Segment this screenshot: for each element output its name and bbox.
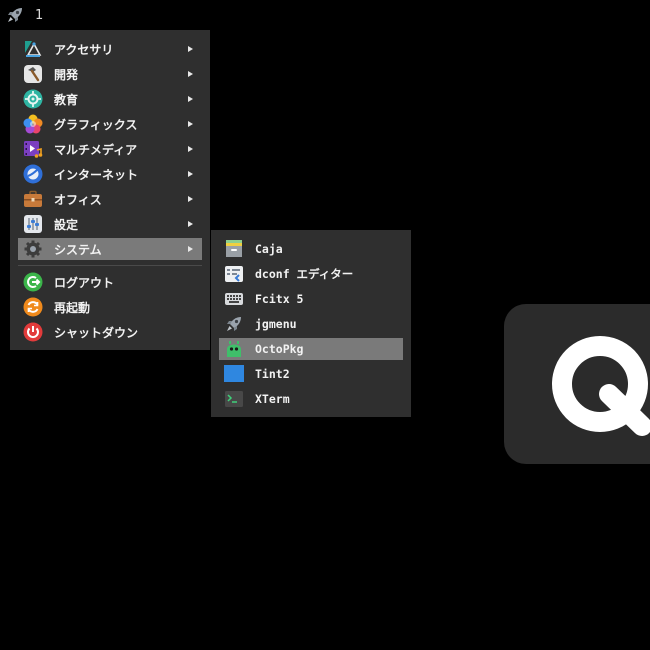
submenu-arrow-icon [188,221,193,227]
internet-icon [23,164,43,184]
rocket-icon [224,314,244,334]
menu-item-education[interactable]: 教育 [18,88,202,110]
menu-item-label: グラフィックス [54,117,138,132]
menu-item-logout[interactable]: ログアウト [18,271,202,293]
menu-item-label: 教育 [54,92,79,107]
submenu-arrow-icon [188,196,193,202]
menu-item-system[interactable]: システム [18,238,202,260]
submenu-arrow-icon [188,46,193,52]
menu-item-label: マルチメディア [54,142,138,157]
octopkg-icon [224,339,244,359]
menu-item-label: ログアウト [54,275,115,290]
menu-item-label: オフィス [54,192,102,207]
menu-separator [18,265,202,266]
menu-item-graphics[interactable]: グラフィックス [18,113,202,135]
menu-item-multimedia[interactable]: マルチメディア [18,138,202,160]
menu-item-label: 開発 [54,67,79,82]
multimedia-icon [23,139,43,159]
restart-icon [23,297,43,317]
system-submenu: Caja dconf エディター Fcitx 5 jgmenu OctoPkg … [211,230,411,417]
submenu-item-tint2[interactable]: Tint2 [219,363,403,385]
logout-icon [23,272,43,292]
system-icon [23,239,43,259]
keyboard-icon [224,289,244,309]
menu-item-office[interactable]: オフィス [18,188,202,210]
menu-item-accessories[interactable]: アクセサリ [18,38,202,60]
file-manager-icon [224,239,244,259]
submenu-item-jgmenu[interactable]: jgmenu [219,313,403,335]
submenu-item-label: jgmenu [255,317,297,331]
submenu-item-dconf[interactable]: dconf エディター [219,263,403,285]
menu-item-settings[interactable]: 設定 [18,213,202,235]
menu-item-label: シャットダウン [54,325,139,340]
submenu-arrow-icon [188,71,193,77]
menu-item-label: 再起動 [54,300,91,315]
menu-item-label: インターネット [54,167,139,182]
submenu-arrow-icon [188,246,193,252]
tint2-icon [224,364,244,384]
settings-icon [23,214,43,234]
submenu-item-label: Tint2 [255,367,290,381]
submenu-item-fcitx[interactable]: Fcitx 5 [219,288,403,310]
menu-item-internet[interactable]: インターネット [18,163,202,185]
submenu-item-xterm[interactable]: XTerm [219,388,403,410]
main-menu: アクセサリ 開発 教育 グラフィックス マルチメディア インターネット オフィス… [10,30,210,350]
dconf-editor-icon [224,264,244,284]
education-icon [23,89,43,109]
menu-item-label: システム [54,242,102,257]
office-icon [23,189,43,209]
rocket-icon [5,5,25,25]
submenu-arrow-icon [188,146,193,152]
submenu-item-caja[interactable]: Caja [219,238,403,260]
menu-item-shutdown[interactable]: シャットダウン [18,321,202,343]
menu-item-restart[interactable]: 再起動 [18,296,202,318]
accessories-icon [23,39,43,59]
menu-item-label: アクセサリ [54,42,114,57]
submenu-arrow-icon [188,121,193,127]
shutdown-icon [23,322,43,342]
submenu-item-octopkg[interactable]: OctoPkg [219,338,403,360]
menu-item-label: 設定 [54,217,79,232]
background-app-icon [504,304,650,464]
menu-item-development[interactable]: 開発 [18,63,202,85]
terminal-icon [224,389,244,409]
submenu-item-label: Caja [255,242,283,256]
desktop: 1 アクセサリ 開発 教育 グラフィックス マルチメディア インターネット オフ… [0,0,650,650]
submenu-item-label: OctoPkg [255,342,304,356]
submenu-arrow-icon [188,171,193,177]
graphics-icon [23,114,43,134]
development-icon [23,64,43,84]
desktop-number[interactable]: 1 [35,8,43,23]
submenu-item-label: Fcitx 5 [255,292,304,306]
submenu-item-label: dconf エディター [255,267,354,281]
panel-launcher[interactable]: 1 [5,4,43,26]
submenu-item-label: XTerm [255,392,290,406]
submenu-arrow-icon [188,96,193,102]
